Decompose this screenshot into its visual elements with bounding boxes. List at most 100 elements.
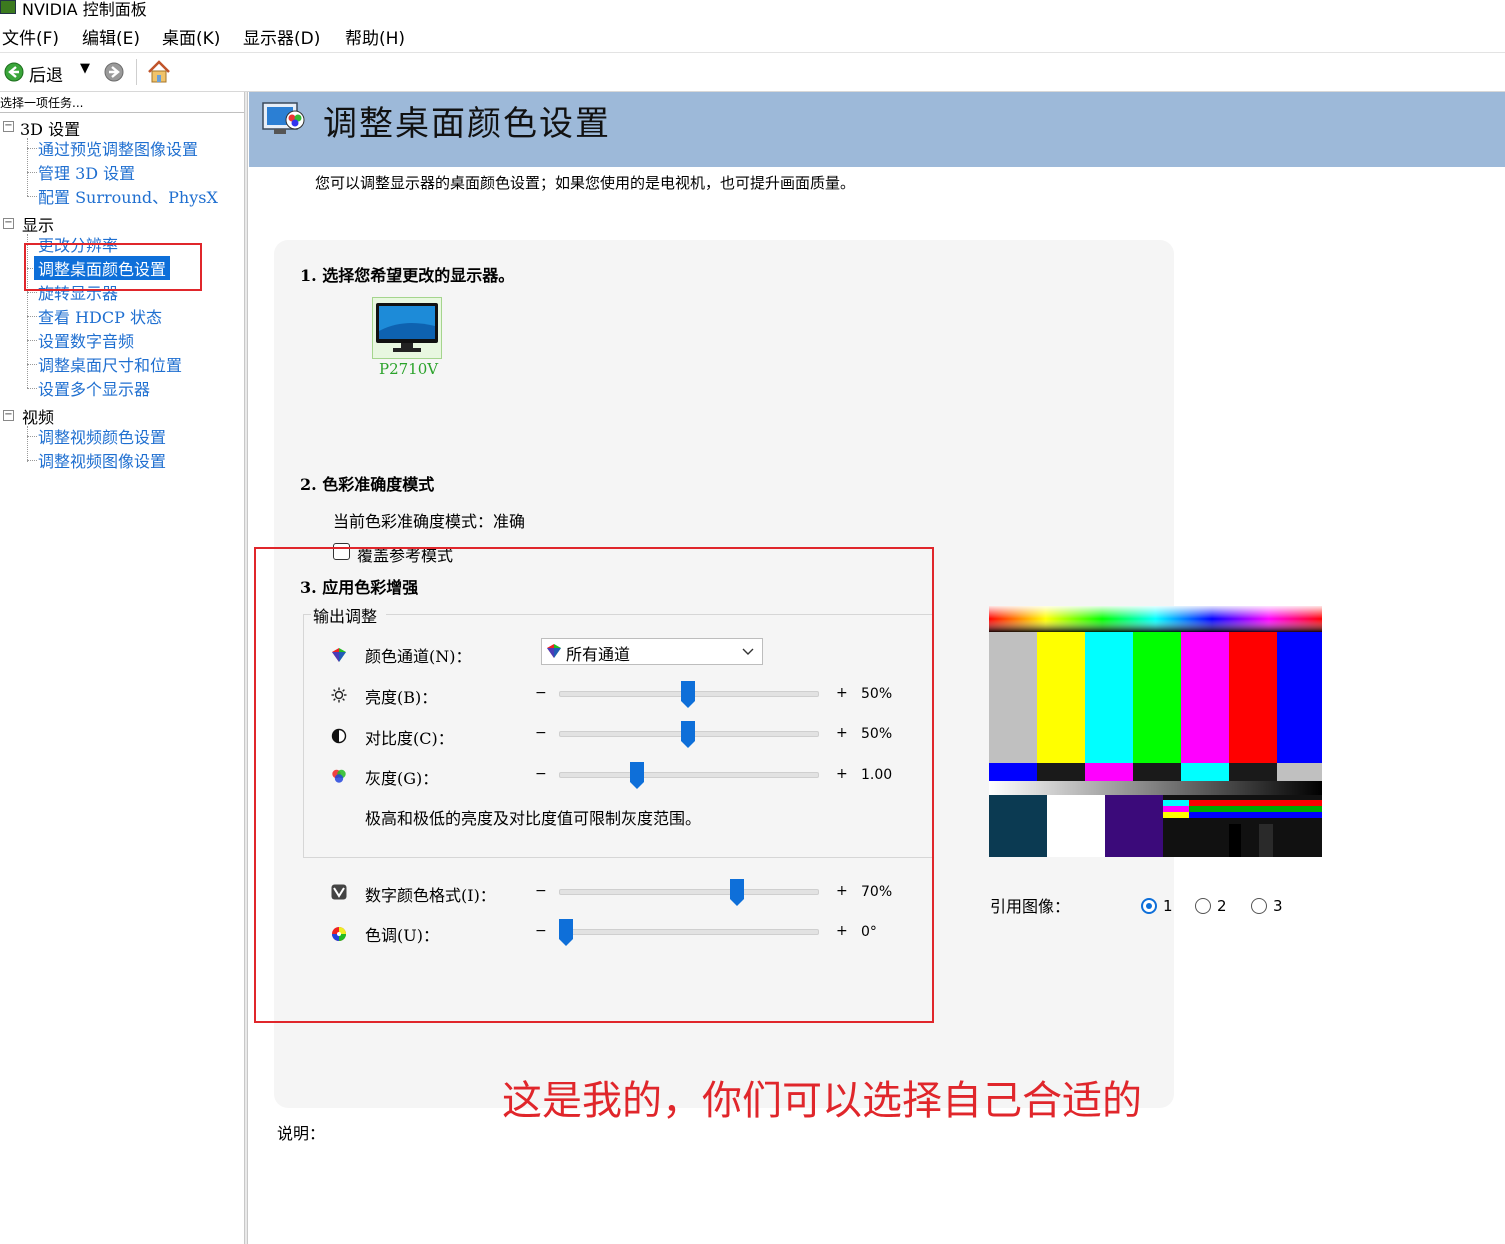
tree-connector <box>27 148 37 149</box>
monitor-icon <box>376 303 438 352</box>
hue-slider-track[interactable] <box>559 929 819 935</box>
color-channel-dropdown[interactable]: 所有通道 <box>541 638 763 665</box>
color-channel-label: 颜色通道(N)： <box>365 647 472 666</box>
gamma-rgb-icon <box>331 768 347 788</box>
tree-connector <box>27 340 37 341</box>
digital-vibrance-icon <box>331 884 347 904</box>
reference-image-label: 引用图像： <box>990 897 1071 916</box>
contrast-decrease[interactable]: − <box>535 725 547 741</box>
section2-title: 2. 色彩准确度模式 <box>300 475 435 494</box>
tree-item-video-image[interactable]: 调整视频图像设置 <box>38 448 166 472</box>
annotation-highlight-box <box>24 243 202 291</box>
brightness-sun-icon <box>331 687 347 707</box>
section1-title: 1. 选择您希望更改的显示器。 <box>300 266 515 285</box>
menu-display[interactable]: 显示器(D) <box>243 24 320 49</box>
tree-connector <box>27 316 37 317</box>
section3-title: 3. 应用色彩增强 <box>300 578 419 597</box>
chevron-down-icon <box>742 643 754 662</box>
title-bar: NVIDIA 控制面板 <box>0 0 1505 18</box>
tree-item-digital-audio[interactable]: 设置数字音频 <box>38 328 134 352</box>
digital-vibrance-slider-track[interactable] <box>559 889 819 895</box>
toolbar-divider <box>136 59 137 85</box>
contrast-increase[interactable]: + <box>836 725 848 741</box>
contrast-value: 50% <box>861 726 893 742</box>
page-description: 您可以调整显示器的桌面颜色设置；如果您使用的是电视机，也可提升画面质量。 <box>315 174 856 192</box>
brightness-value: 50% <box>861 686 893 702</box>
brightness-slider-thumb[interactable] <box>681 681 695 708</box>
collapse-video-icon[interactable]: − <box>3 410 14 421</box>
reference-radio-3-label[interactable]: 3 <box>1273 897 1283 915</box>
groupbox-border <box>303 614 311 615</box>
groupbox-border <box>303 857 932 858</box>
tree-connector <box>27 388 37 389</box>
all-channels-icon <box>546 643 562 663</box>
hue-color-wheel-icon <box>331 926 347 946</box>
reference-radio-2[interactable] <box>1195 898 1211 914</box>
gamma-slider-track[interactable] <box>559 772 819 778</box>
tree-item-view-hdcp-status[interactable]: 查看 HDCP 状态 <box>38 304 162 328</box>
tree-item-multiple-displays[interactable]: 设置多个显示器 <box>38 376 150 400</box>
collapse-display-icon[interactable]: − <box>3 218 14 229</box>
collapse-3d-settings-icon[interactable]: − <box>3 121 14 132</box>
gamma-slider-thumb[interactable] <box>629 762 644 789</box>
menu-file[interactable]: 文件(F) <box>2 24 59 49</box>
tree-item-manage-3d-settings[interactable]: 管理 3D 设置 <box>38 160 135 184</box>
menu-desktop[interactable]: 桌面(K) <box>162 24 220 49</box>
back-arrow-icon[interactable] <box>4 62 24 82</box>
contrast-label: 对比度(C)： <box>365 729 454 748</box>
back-history-dropdown-icon[interactable]: ▼ <box>80 61 90 76</box>
current-accuracy-mode: 当前色彩准确度模式：准确 <box>333 512 526 531</box>
brightness-label: 亮度(B)： <box>365 688 438 707</box>
window-title: NVIDIA 控制面板 <box>22 0 147 18</box>
hue-slider-thumb[interactable] <box>559 919 573 946</box>
brightness-decrease[interactable]: − <box>535 685 547 701</box>
hue-increase[interactable]: + <box>836 923 848 939</box>
digital-vibrance-slider-thumb[interactable] <box>729 879 744 906</box>
contrast-slider-thumb[interactable] <box>681 721 695 748</box>
gamma-decrease[interactable]: − <box>535 766 547 782</box>
tree-connector <box>27 436 37 437</box>
digital-vibrance-increase[interactable]: + <box>836 883 848 899</box>
tree-connector <box>27 426 28 462</box>
home-icon[interactable] <box>146 59 172 89</box>
tree-connector <box>27 172 37 173</box>
color-channel-icon <box>331 647 347 667</box>
nvidia-app-icon <box>0 0 16 14</box>
reference-radio-2-label[interactable]: 2 <box>1217 897 1227 915</box>
output-adjust-group-label: 输出调整 <box>313 607 378 626</box>
reference-radio-1[interactable] <box>1141 898 1157 914</box>
tree-item-preview-image-settings[interactable]: 通过预览调整图像设置 <box>38 136 198 160</box>
tree-connector <box>27 196 37 197</box>
monitor-tile[interactable] <box>372 297 442 359</box>
reference-radio-1-label[interactable]: 1 <box>1163 897 1173 915</box>
brightness-increase[interactable]: + <box>836 685 848 701</box>
hue-value: 0° <box>861 924 877 940</box>
tree-item-desktop-size-position[interactable]: 调整桌面尺寸和位置 <box>38 352 182 376</box>
gamma-increase[interactable]: + <box>836 766 848 782</box>
annotation-text: 这是我的，你们可以选择自己合适的 <box>502 1078 1142 1124</box>
contrast-icon <box>331 728 347 748</box>
hue-label: 色调(U)： <box>365 926 439 945</box>
menu-edit[interactable]: 编辑(E) <box>82 24 140 49</box>
tree-item-configure-surround-physx[interactable]: 配置 Surround、PhysX <box>38 184 218 208</box>
task-caption-divider <box>0 112 244 113</box>
gamma-label: 灰度(G)： <box>365 769 439 788</box>
task-caption: 选择一项任务... <box>0 96 84 110</box>
gamma-value: 1.00 <box>861 767 893 783</box>
reference-color-image <box>989 606 1322 857</box>
digital-vibrance-decrease[interactable]: − <box>535 883 547 899</box>
back-button[interactable]: 后退 <box>29 61 63 86</box>
tree-item-video-color[interactable]: 调整视频颜色设置 <box>38 424 166 448</box>
menu-help[interactable]: 帮助(H) <box>345 24 405 49</box>
menu-bar: 文件(F) 编辑(E) 桌面(K) 显示器(D) 帮助(H) <box>0 20 1505 53</box>
forward-arrow-icon[interactable] <box>104 62 124 82</box>
tree-connector <box>27 364 37 365</box>
reference-radio-3[interactable] <box>1251 898 1267 914</box>
gamma-range-note: 极高和极低的亮度及对比度值可限制灰度范围。 <box>365 809 702 828</box>
sidebar-splitter[interactable] <box>244 92 248 1244</box>
digital-vibrance-label: 数字颜色格式(I)： <box>365 886 496 905</box>
hue-decrease[interactable]: − <box>535 923 547 939</box>
monitor-name: P2710V <box>379 360 439 378</box>
toolbar: 后退 ▼ <box>0 53 1505 92</box>
tree-connector <box>27 460 37 461</box>
